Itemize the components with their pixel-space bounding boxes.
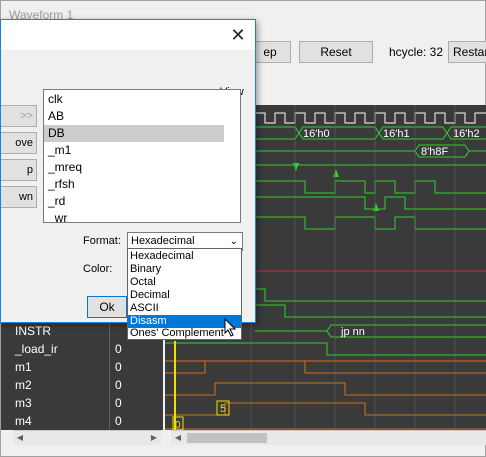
list-item[interactable]: AB	[48, 108, 224, 125]
hcycle-readout: hcycle: 32	[389, 45, 444, 59]
bus-label: 16'h2	[453, 128, 480, 140]
signal-name[interactable]: m3	[15, 396, 32, 410]
signal-name[interactable]: m1	[15, 360, 32, 374]
list-item[interactable]: _rfsh	[48, 176, 224, 193]
mouse-cursor-icon	[224, 318, 237, 337]
bus-label: 16'h1	[383, 128, 410, 140]
up-button[interactable]: p	[1, 159, 37, 181]
list-item[interactable]: _wr	[48, 210, 224, 222]
list-item-selected[interactable]: DB	[44, 125, 224, 142]
dropdown-option[interactable]: Octal	[128, 276, 241, 289]
cursor-value: 5	[220, 403, 226, 415]
signal-listbox[interactable]: clk AB DB _m1 _mreq _rfsh _rd _wr ▲ ▼	[43, 89, 241, 223]
restart-button[interactable]: Restar	[448, 41, 486, 63]
remove-button[interactable]: ove	[1, 132, 37, 154]
scroll-right-icon[interactable]: ▶	[147, 431, 161, 445]
color-label: Color:	[83, 263, 113, 275]
dropdown-option[interactable]: ASCII	[128, 302, 241, 315]
signal-value: 0	[115, 414, 122, 428]
instr-label: jp nn	[340, 326, 365, 338]
signal-name[interactable]: m2	[15, 378, 32, 392]
signal-name[interactable]: INSTR	[15, 324, 51, 338]
list-item[interactable]: _rd	[48, 193, 224, 210]
scroll-thumb[interactable]	[187, 433, 267, 443]
list-item[interactable]: _mreq	[48, 159, 224, 176]
dropdown-option[interactable]: Decimal	[128, 289, 241, 302]
signal-value: 0	[115, 378, 122, 392]
reset-button[interactable]: Reset	[299, 41, 373, 63]
signal-value: 0	[115, 396, 122, 410]
bus-label: 8'h8F	[421, 146, 448, 158]
bus-label: 16'h0	[303, 128, 330, 140]
signal-name[interactable]: _load_ir	[15, 342, 58, 356]
dropdown-option[interactable]: Binary	[128, 263, 241, 276]
signal-name[interactable]: m4	[15, 414, 32, 428]
cursor-value: 0	[175, 420, 181, 430]
signal-value: 0	[115, 360, 122, 374]
move-right-button[interactable]: >>	[1, 105, 37, 127]
ok-button[interactable]: Ok	[87, 296, 127, 318]
signals-hscrollbar[interactable]: ◀ ▶	[13, 430, 161, 445]
dropdown-option[interactable]: Hexadecimal	[128, 250, 241, 263]
down-button[interactable]: wn	[1, 186, 37, 208]
list-item[interactable]: _m1	[48, 142, 224, 159]
waveform-hscrollbar[interactable]: ◀	[171, 430, 486, 445]
scroll-left-icon[interactable]: ◀	[13, 431, 27, 445]
scroll-left-icon[interactable]: ◀	[171, 431, 185, 445]
list-item[interactable]: clk	[48, 91, 224, 108]
format-select-value: Hexadecimal	[131, 235, 195, 247]
close-icon[interactable]: ✕	[227, 24, 249, 46]
signal-value: 0	[115, 342, 122, 356]
dialog-titlebar[interactable]: ✕	[1, 20, 255, 50]
format-label: Format:	[83, 235, 121, 247]
